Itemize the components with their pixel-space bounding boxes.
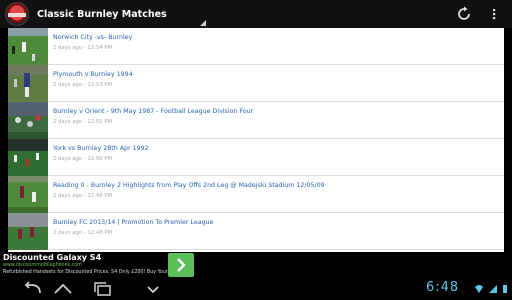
video-timestamp: 2 days ago - 12:54 PM bbox=[53, 45, 113, 51]
video-title[interactable]: Burnley FC 2013/14 | Promotion To Premie… bbox=[53, 219, 213, 227]
ad-description: Refurbished Handsets for Discounted Pric… bbox=[3, 270, 183, 275]
app-title[interactable]: Classic Burnley Matches bbox=[37, 9, 167, 20]
video-timestamp: 2 days ago - 12:53 PM bbox=[53, 82, 113, 88]
video-item[interactable]: Norwich City -vs- Burnley 2 days ago - 1… bbox=[8, 28, 504, 65]
video-list[interactable]: Norwich City -vs- Burnley 2 days ago - 1… bbox=[8, 28, 504, 252]
signal-icon bbox=[489, 285, 497, 293]
video-title[interactable]: Reading 0 - Burnley 2 Highlights from Pl… bbox=[53, 182, 325, 190]
recent-apps-icon[interactable] bbox=[92, 281, 114, 297]
video-item[interactable]: Burnley v Orient - 9th May 1987 - Footba… bbox=[8, 102, 504, 139]
video-item[interactable]: Reading 0 - Burnley 2 Highlights from Pl… bbox=[8, 176, 504, 213]
video-thumbnail[interactable] bbox=[8, 139, 48, 176]
ad-banner[interactable]: Discounted Galaxy S4 www.discountmobilep… bbox=[0, 252, 512, 278]
video-timestamp: 2 days ago - 12:50 PM bbox=[53, 156, 113, 162]
burnley-crest-icon[interactable] bbox=[5, 2, 29, 26]
ad-go-button[interactable] bbox=[168, 253, 194, 277]
video-item[interactable]: Burnley FC 2013/14 | Promotion To Premie… bbox=[8, 213, 504, 250]
menu-icon[interactable] bbox=[142, 281, 164, 297]
video-item[interactable]: York vs Burnley 28th Apr 1992 2 days ago… bbox=[8, 139, 504, 176]
video-thumbnail[interactable] bbox=[8, 28, 48, 65]
video-title[interactable]: Plymouth v Burnley 1994 bbox=[53, 71, 133, 79]
video-timestamp: 2 days ago - 12:51 PM bbox=[53, 119, 113, 125]
chevron-right-icon bbox=[177, 258, 186, 272]
home-icon[interactable] bbox=[52, 281, 74, 297]
video-title[interactable]: Norwich City -vs- Burnley bbox=[53, 34, 132, 42]
back-icon[interactable] bbox=[22, 281, 44, 297]
video-thumbnail[interactable] bbox=[8, 213, 48, 250]
video-title[interactable]: Burnley v Orient - 9th May 1987 - Footba… bbox=[53, 108, 253, 116]
wifi-icon bbox=[475, 285, 483, 293]
ad-url[interactable]: www.discountmobilephones.com bbox=[3, 263, 82, 268]
system-bar: 6:48 bbox=[0, 278, 512, 300]
video-thumbnail[interactable] bbox=[8, 176, 48, 213]
refresh-icon[interactable] bbox=[456, 6, 472, 22]
overflow-menu-icon[interactable] bbox=[490, 6, 498, 22]
video-title[interactable]: York vs Burnley 28th Apr 1992 bbox=[53, 145, 149, 153]
dropdown-indicator-icon bbox=[200, 20, 206, 26]
video-thumbnail[interactable] bbox=[8, 102, 48, 139]
ad-title[interactable]: Discounted Galaxy S4 bbox=[3, 253, 101, 262]
video-timestamp: 2 days ago - 12:48 PM bbox=[53, 193, 113, 199]
video-item[interactable]: Plymouth v Burnley 1994 2 days ago - 12:… bbox=[8, 65, 504, 102]
video-timestamp: 2 days ago - 12:48 PM bbox=[53, 230, 113, 236]
action-bar: Classic Burnley Matches bbox=[0, 0, 512, 28]
status-clock: 6:48 bbox=[426, 280, 460, 295]
battery-icon bbox=[503, 285, 507, 293]
video-thumbnail[interactable] bbox=[8, 65, 48, 102]
